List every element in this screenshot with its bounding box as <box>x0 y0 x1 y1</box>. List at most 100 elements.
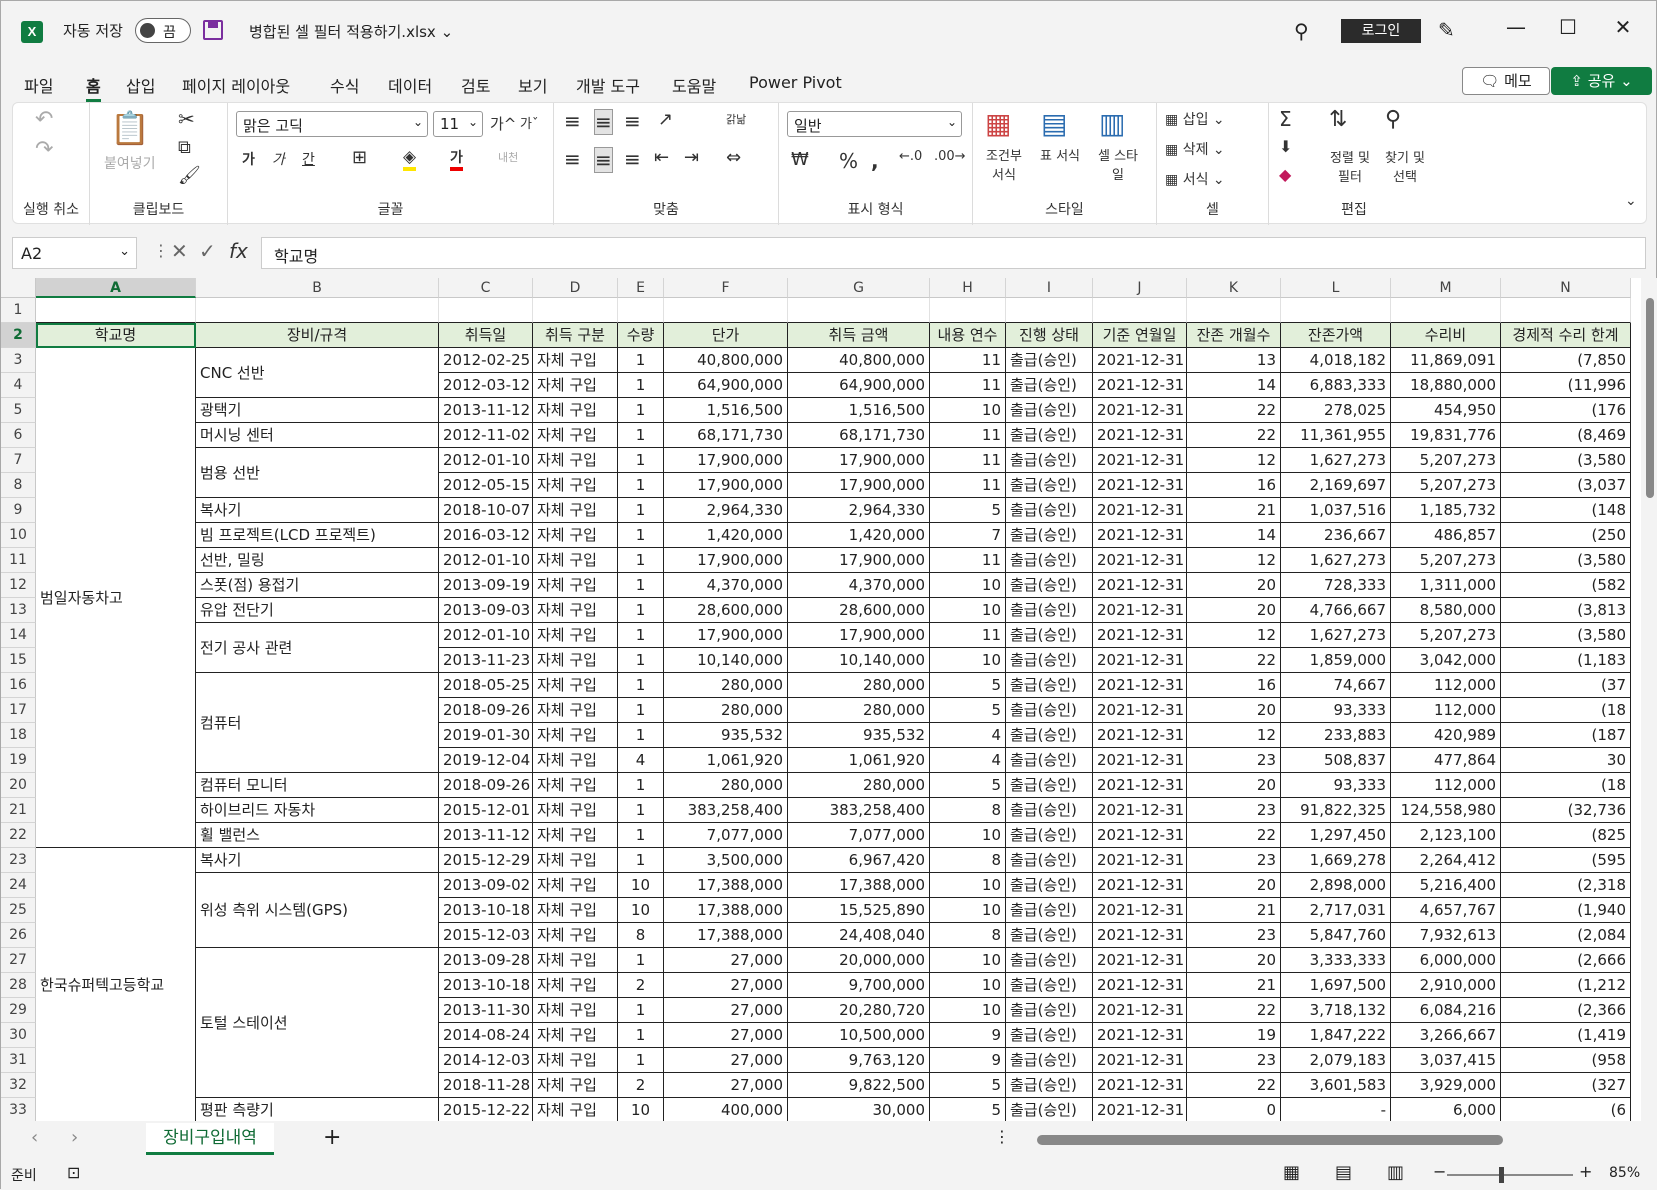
maximize-icon[interactable]: ☐ <box>1553 15 1583 39</box>
cancel-icon[interactable]: ✕ <box>171 239 188 263</box>
table-header-cell[interactable]: 취득일 <box>439 323 533 348</box>
column-header-b[interactable]: B <box>196 278 439 298</box>
data-cell[interactable]: 17,900,000 <box>788 473 930 498</box>
data-cell[interactable]: 4,370,000 <box>664 573 788 598</box>
data-cell[interactable]: 2,123,100 <box>1391 823 1501 848</box>
data-cell[interactable]: 5 <box>930 1098 1006 1121</box>
data-cell[interactable]: 출급(승인) <box>1006 773 1093 798</box>
data-cell[interactable]: 1 <box>618 848 664 873</box>
data-cell[interactable]: 출급(승인) <box>1006 623 1093 648</box>
row-header-25[interactable]: 25 <box>1 898 36 923</box>
data-cell[interactable]: 3,266,667 <box>1391 1023 1501 1048</box>
data-cell[interactable]: 7,077,000 <box>664 823 788 848</box>
data-cell[interactable]: 22 <box>1187 398 1281 423</box>
data-cell[interactable]: 출급(승인) <box>1006 673 1093 698</box>
align-top-icon[interactable]: ≡ <box>564 109 581 133</box>
data-cell[interactable]: 8,580,000 <box>1391 598 1501 623</box>
data-cell[interactable]: 27,000 <box>664 1023 788 1048</box>
data-cell[interactable]: 27,000 <box>664 1073 788 1098</box>
school-name-cell[interactable]: 한국슈퍼텍고등학교 <box>36 848 196 1121</box>
data-cell[interactable]: 11 <box>930 348 1006 373</box>
data-cell[interactable]: 7,932,613 <box>1391 923 1501 948</box>
data-cell[interactable]: 자체 구입 <box>533 548 618 573</box>
data-cell[interactable]: 출급(승인) <box>1006 1098 1093 1121</box>
data-cell[interactable]: 1 <box>618 773 664 798</box>
equipment-name-cell[interactable]: 컴퓨터 <box>196 673 439 773</box>
data-cell[interactable]: 93,333 <box>1281 773 1391 798</box>
data-cell[interactable]: 2015-12-29 <box>439 848 533 873</box>
data-cell[interactable]: 17,900,000 <box>664 448 788 473</box>
data-cell[interactable]: 21 <box>1187 973 1281 998</box>
data-cell[interactable]: 15,525,890 <box>788 898 930 923</box>
data-cell[interactable]: 6,000,000 <box>1391 948 1501 973</box>
data-cell[interactable]: 4,657,767 <box>1391 898 1501 923</box>
data-cell[interactable]: 출급(승인) <box>1006 373 1093 398</box>
table-header-cell[interactable]: 학교명 <box>36 323 196 348</box>
insert-function-icon[interactable]: fx <box>229 239 248 263</box>
data-cell[interactable]: 2021-12-31 <box>1093 998 1187 1023</box>
data-cell[interactable]: (7,850 <box>1501 348 1631 373</box>
data-cell[interactable]: 1 <box>618 348 664 373</box>
data-cell[interactable]: 2021-12-31 <box>1093 948 1187 973</box>
data-cell[interactable]: 2021-12-31 <box>1093 973 1187 998</box>
data-cell[interactable]: 4 <box>930 748 1006 773</box>
undo-icon[interactable]: ↶ <box>35 107 53 132</box>
row-header-13[interactable]: 13 <box>1 598 36 623</box>
data-cell[interactable]: 출급(승인) <box>1006 948 1093 973</box>
data-cell[interactable]: 2021-12-31 <box>1093 748 1187 773</box>
data-cell[interactable]: (1,212 <box>1501 973 1631 998</box>
data-cell[interactable]: 1,061,920 <box>664 748 788 773</box>
equipment-name-cell[interactable]: 선반, 밀링 <box>196 548 439 573</box>
shrink-font-button[interactable]: 가ˇ <box>520 113 538 132</box>
column-header-h[interactable]: H <box>930 278 1006 298</box>
data-cell[interactable]: 4,766,667 <box>1281 598 1391 623</box>
data-cell[interactable]: (18 <box>1501 698 1631 723</box>
data-cell[interactable]: 27,000 <box>664 973 788 998</box>
row-header-4[interactable]: 4 <box>1 373 36 398</box>
add-sheet-icon[interactable]: + <box>323 1125 341 1150</box>
data-cell[interactable]: 2021-12-31 <box>1093 598 1187 623</box>
data-cell[interactable]: 20,280,720 <box>788 998 930 1023</box>
data-cell[interactable]: 출급(승인) <box>1006 1023 1093 1048</box>
select-all-corner[interactable] <box>1 278 36 298</box>
data-cell[interactable]: 280,000 <box>788 673 930 698</box>
empty-cell[interactable] <box>196 298 439 323</box>
more-options-icon[interactable]: ⋮ <box>994 1127 1010 1146</box>
file-name[interactable]: 병합된 셀 필터 적용하기.xlsx ⌄ <box>249 21 453 42</box>
data-cell[interactable]: 10 <box>930 948 1006 973</box>
data-cell[interactable]: 17,900,000 <box>664 623 788 648</box>
data-cell[interactable]: (8,469 <box>1501 423 1631 448</box>
equipment-name-cell[interactable]: 컴퓨터 모니터 <box>196 773 439 798</box>
data-cell[interactable]: 1 <box>618 398 664 423</box>
data-cell[interactable]: 1,669,278 <box>1281 848 1391 873</box>
data-cell[interactable]: 5,207,273 <box>1391 548 1501 573</box>
data-cell[interactable]: 9 <box>930 1048 1006 1073</box>
data-cell[interactable]: 280,000 <box>788 773 930 798</box>
data-cell[interactable]: 5,207,273 <box>1391 448 1501 473</box>
data-cell[interactable]: 자체 구입 <box>533 1023 618 1048</box>
fill-icon[interactable]: ⬇ <box>1279 137 1292 156</box>
delete-cells-button[interactable]: ▦ 삭제 ⌄ <box>1165 139 1225 159</box>
data-cell[interactable]: 22 <box>1187 998 1281 1023</box>
data-cell[interactable]: 12 <box>1187 623 1281 648</box>
data-cell[interactable]: 2021-12-31 <box>1093 1098 1187 1121</box>
decrease-decimal-icon[interactable]: .00→ <box>934 149 966 164</box>
sort-filter-button[interactable]: 정렬 및 필터 <box>1325 147 1375 185</box>
data-cell[interactable]: 10 <box>930 573 1006 598</box>
row-header-9[interactable]: 9 <box>1 498 36 523</box>
row-header-6[interactable]: 6 <box>1 423 36 448</box>
equipment-name-cell[interactable]: 휠 밸런스 <box>196 823 439 848</box>
data-cell[interactable]: 2019-01-30 <box>439 723 533 748</box>
data-cell[interactable]: 68,171,730 <box>664 423 788 448</box>
data-cell[interactable]: 2021-12-31 <box>1093 498 1187 523</box>
data-cell[interactable]: 17,900,000 <box>664 548 788 573</box>
data-cell[interactable]: 자체 구입 <box>533 773 618 798</box>
row-header-26[interactable]: 26 <box>1 923 36 948</box>
data-cell[interactable]: 13 <box>1187 348 1281 373</box>
row-header-30[interactable]: 30 <box>1 1023 36 1048</box>
equipment-name-cell[interactable]: 전기 공사 관련 <box>196 623 439 673</box>
data-cell[interactable]: 10 <box>618 898 664 923</box>
data-cell[interactable]: 1 <box>618 473 664 498</box>
data-cell[interactable]: 2012-03-12 <box>439 373 533 398</box>
tab-help[interactable]: 도움말 <box>672 73 716 97</box>
